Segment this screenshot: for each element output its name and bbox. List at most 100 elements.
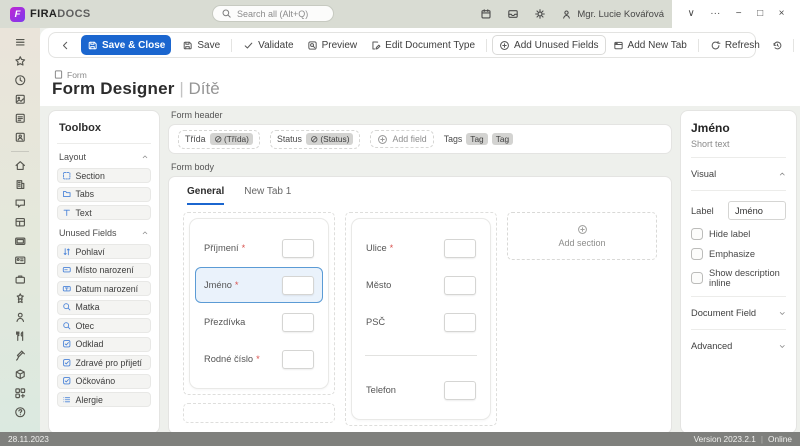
canvas-field[interactable]: Město [357, 267, 485, 303]
toolbox-item[interactable]: Očkováno [57, 373, 151, 389]
add-unused-fields-button[interactable]: Add Unused Fields [492, 35, 606, 55]
rail-cube-icon[interactable] [0, 365, 40, 384]
toolbox-item[interactable]: Zdravé pro přijetí [57, 355, 151, 370]
rail-building-icon[interactable] [0, 175, 40, 194]
gear-icon[interactable] [534, 8, 546, 20]
visual-section-header[interactable]: Visual [691, 166, 786, 182]
user-menu[interactable]: Mgr. Lucie Kovářová [561, 9, 664, 20]
save-close-button[interactable]: Save & Close [81, 35, 172, 55]
rail-person-icon[interactable] [0, 308, 40, 327]
toolbox-item[interactable]: Pohlaví [57, 244, 151, 259]
canvas-field[interactable]: Telefon [357, 372, 485, 408]
header-field-status[interactable]: Status (Status) [269, 129, 361, 149]
canvas-field[interactable]: Rodné číslo * [195, 341, 323, 377]
rail-award-icon[interactable] [0, 289, 40, 308]
toolbox-section-header[interactable]: Layout [59, 152, 149, 162]
search-input[interactable]: Search all (Alt+Q) [212, 5, 334, 22]
rail-id-card-icon[interactable] [0, 251, 40, 270]
maximize-window-button[interactable]: □ [757, 9, 763, 19]
toolbar-separator [231, 38, 233, 52]
document-field-section-header[interactable]: Document Field [691, 305, 786, 321]
canvas-field[interactable]: PSČ [357, 304, 485, 340]
page-title-subtitle: Dítě [188, 79, 220, 98]
rail-star-icon[interactable] [0, 52, 40, 71]
status-online: Online [768, 434, 792, 444]
canvas-field-input-preview [282, 349, 314, 369]
more-window-button[interactable]: ··· [710, 9, 720, 19]
toolbox-section-header[interactable]: Unused Fields [59, 228, 149, 238]
edit-document-type-button[interactable]: Edit Document Type [364, 35, 481, 55]
checkbox-label: Show description inline [709, 268, 780, 288]
preview-button[interactable]: Preview [301, 35, 364, 55]
minimize-window-button[interactable]: − [736, 9, 742, 19]
toolbox-item[interactable]: Místo narození [57, 262, 151, 278]
checkbox[interactable] [691, 228, 703, 240]
label-property-input[interactable] [728, 201, 786, 220]
property-checkbox-row: Emphasize [691, 248, 786, 260]
toolbox-panel: Toolbox Layout Section Tabs Text Unused Fiel… [48, 110, 160, 434]
rail-briefcase-icon[interactable] [0, 270, 40, 289]
toolbox-item[interactable]: Odklad [57, 336, 151, 352]
rail-image-frame-icon[interactable] [0, 232, 40, 251]
brand-text: FIRADOCS [30, 8, 91, 20]
advanced-section-header[interactable]: Advanced [691, 338, 786, 354]
calendar-icon[interactable] [480, 8, 492, 20]
validate-button[interactable]: Validate [237, 35, 299, 55]
tag-pill[interactable]: Tag [491, 133, 514, 145]
inbox-icon[interactable] [507, 8, 519, 20]
history-button[interactable] [767, 35, 788, 55]
rail-menu-icon[interactable] [0, 33, 40, 52]
toolbox-item[interactable]: Text [57, 205, 151, 220]
required-asterisk: * [234, 280, 239, 290]
rail-home-icon[interactable] [0, 156, 40, 175]
form-tab-2[interactable]: New Tab 1 [244, 186, 291, 205]
save-button[interactable]: Save [176, 35, 226, 55]
rail-vaccine-icon[interactable] [0, 346, 40, 365]
plus-circle-icon [377, 134, 388, 145]
rail-chat-icon[interactable] [0, 194, 40, 213]
rail-help-icon[interactable] [0, 403, 40, 422]
rail-apps-plus-icon[interactable] [0, 384, 40, 403]
rail-food-icon[interactable] [0, 327, 40, 346]
collapse-window-button[interactable]: ∨ [687, 9, 694, 19]
form-tab-1[interactable]: General [187, 186, 225, 205]
form-section[interactable]: Příjmení * Jméno * Přezdívka Rodné číslo * [189, 218, 329, 389]
add-new-tab-button[interactable]: Add New Tab [607, 35, 693, 55]
back-button[interactable] [55, 35, 76, 55]
toolbox-item[interactable]: Tabs [57, 186, 151, 202]
page-title-main: Form Designer [52, 79, 175, 98]
rail-clock-icon[interactable] [0, 71, 40, 90]
toolbox-item[interactable]: Matka [57, 299, 151, 315]
tag-pill[interactable]: Tag [466, 133, 488, 145]
canvas-field[interactable]: Ulice * [357, 230, 485, 266]
checkbox[interactable] [691, 248, 703, 260]
empty-dropzone[interactable] [183, 403, 335, 423]
rail-doc-lines-icon[interactable] [0, 109, 40, 128]
canvas-field[interactable]: Příjmení * [195, 230, 323, 266]
save-icon [87, 40, 98, 51]
close-window-button[interactable]: × [779, 9, 785, 19]
rail-doc-image-icon[interactable] [0, 90, 40, 109]
toolbox-item[interactable]: Datum narození [57, 281, 151, 296]
section-dropzone[interactable]: Příjmení * Jméno * Přezdívka Rodné číslo * [183, 212, 335, 395]
form-header-zone[interactable]: Třída (Třída) Status (Status) Add field Tag… [168, 124, 672, 154]
toolbox-item[interactable]: Section [57, 168, 151, 183]
canvas-field[interactable]: Přezdívka [195, 304, 323, 340]
toolbox-item[interactable]: Otec [57, 318, 151, 333]
rail-doc-user-icon[interactable] [0, 128, 40, 147]
form-section[interactable]: Ulice * Město PSČ Telefon [351, 218, 491, 420]
label-property-name: Label [691, 205, 714, 216]
chevron-down-icon [778, 309, 787, 318]
canvas-field[interactable]: Jméno * [195, 267, 323, 303]
header-field-třída[interactable]: Třída (Třída) [178, 129, 260, 149]
refresh-button[interactable]: Refresh [704, 35, 766, 55]
canvas-field-label: Jméno [204, 280, 232, 290]
rail-table-icon[interactable] [0, 213, 40, 232]
save-close-label: Save & Close [102, 39, 166, 51]
toolbox-item[interactable]: Alergie [57, 392, 151, 407]
checkbox[interactable] [691, 272, 703, 284]
required-asterisk: * [256, 354, 260, 364]
add-field-button[interactable]: Add field [370, 130, 434, 148]
section-dropzone[interactable]: Ulice * Město PSČ Telefon [345, 212, 497, 426]
add-section-button[interactable]: Add section [507, 212, 657, 260]
